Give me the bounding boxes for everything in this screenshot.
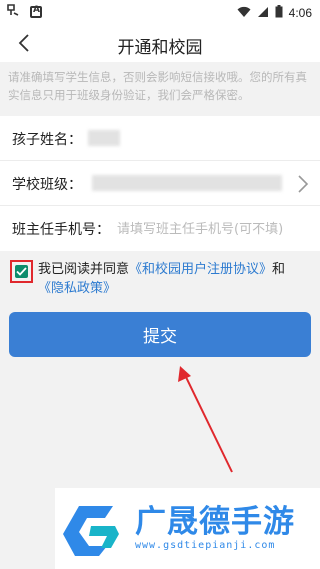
wifi-icon: [237, 3, 251, 22]
info-notice: 请准确填写学生信息，否则会影响短信接收哦。您的所有真实信息只用于班级身份验证，我…: [8, 70, 307, 102]
submit-button[interactable]: 提交: [9, 312, 311, 357]
school-class-label: 学校班级：: [12, 177, 82, 193]
brand-name: 广晟德手游: [135, 504, 295, 540]
agreement-prefix: 我已阅读并同意: [38, 262, 130, 277]
redacted-school-class: [92, 175, 282, 191]
status-bar: 4:06: [0, 0, 320, 24]
agreement-text: 我已阅读并同意《和校园用户注册协议》和《隐私政策》: [38, 260, 318, 298]
top-app-bar: 开通和校园: [0, 24, 320, 62]
checkmark-icon: [16, 267, 27, 276]
teacher-phone-input[interactable]: [117, 218, 307, 240]
agreement-checkbox[interactable]: [15, 265, 28, 278]
page-title: 开通和校园: [117, 38, 203, 58]
battery-icon: [275, 3, 283, 22]
brand-url: www.gsdtiepianji.com: [135, 540, 276, 551]
agreement-conjunction: 和: [272, 262, 286, 277]
status-right: 4:06: [237, 3, 312, 22]
school-class-row[interactable]: 学校班级：: [0, 161, 320, 206]
privacy-policy-link[interactable]: 《隐私政策》: [38, 281, 116, 296]
teacher-phone-label: 班主任手机号：: [12, 222, 110, 238]
redacted-child-name: [88, 130, 120, 146]
agreement-row: 我已阅读并同意《和校园用户注册协议》和《隐私政策》: [10, 256, 315, 296]
chevron-right-icon: [298, 175, 309, 193]
child-name-row[interactable]: 孩子姓名：: [0, 116, 320, 161]
clock: 4:06: [288, 5, 312, 20]
teacher-phone-row: 班主任手机号：: [0, 206, 320, 251]
status-left: [6, 3, 42, 21]
user-agreement-link[interactable]: 《和校园用户注册协议》: [129, 262, 272, 277]
child-name-label: 孩子姓名：: [12, 132, 82, 148]
app-notification-icon: [6, 3, 20, 21]
watermark-logo: 广晟德手游 www.gsdtiepianji.com: [55, 488, 320, 569]
a-notification-icon: [30, 5, 42, 18]
brand-logo-icon: [63, 506, 119, 556]
checkbox-highlight-frame: [10, 260, 33, 283]
signal-icon: [257, 3, 269, 22]
student-info-form: 孩子姓名： 学校班级： 班主任手机号：: [0, 116, 320, 251]
